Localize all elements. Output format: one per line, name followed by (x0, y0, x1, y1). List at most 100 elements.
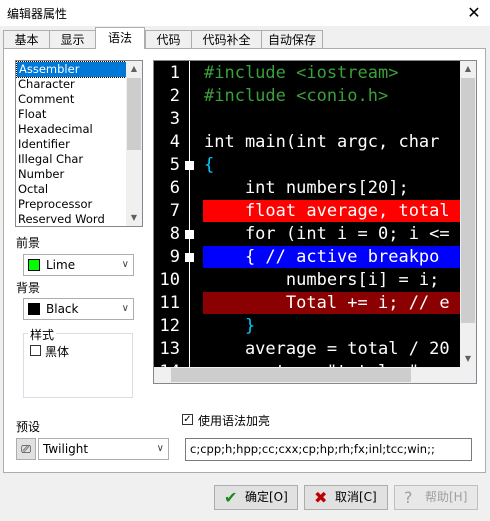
element-list-item[interactable]: Assembler (16, 61, 127, 78)
scroll-down-icon[interactable]: ▼ (126, 210, 142, 226)
line-number: 10 (159, 270, 180, 290)
element-list-item[interactable]: Float (16, 107, 142, 122)
line-text: numbers[i] = i; (204, 270, 440, 290)
line-number: 13 (159, 339, 180, 359)
preset-value: Twilight (43, 442, 89, 456)
chevron-down-icon: ∨ (121, 303, 129, 314)
cancel-button[interactable]: ✖ 取消[C] (304, 485, 388, 510)
tab-code[interactable]: 代码 (145, 30, 192, 48)
fold-marker-icon[interactable] (185, 253, 194, 262)
syntax-highlight-checkbox[interactable]: ✓ (182, 414, 193, 425)
chevron-down-icon: ∨ (156, 443, 164, 454)
code-line: 11 Total += i; // e (154, 292, 462, 315)
line-number: 9 (169, 247, 180, 267)
fold-marker-icon[interactable] (185, 161, 194, 170)
line-number: 3 (169, 109, 180, 129)
element-list-item[interactable]: Hexadecimal (16, 122, 142, 137)
fold-marker-icon[interactable] (185, 230, 194, 239)
title-bar (0, 0, 490, 26)
syntax-highlight-label: 使用语法加亮 (198, 414, 271, 428)
code-line: 10 numbers[i] = i; (154, 269, 462, 292)
bold-checkbox[interactable] (30, 345, 41, 356)
code-line: 8 for (int i = 0; i <= (154, 223, 462, 246)
preview-h-thumb[interactable] (171, 368, 411, 382)
scroll-up-icon[interactable]: ▲ (126, 61, 142, 77)
line-number: 7 (169, 201, 180, 221)
foreground-select[interactable]: Lime ∨ (23, 254, 134, 276)
element-list[interactable]: Assembler Character Comment Float Hexadecima… (15, 60, 143, 227)
bold-label: 黑体 (45, 345, 70, 359)
line-text: int main(int argc, char (204, 132, 440, 152)
code-line: 2 #include <conio.h> (154, 85, 462, 108)
element-list-item[interactable]: Number (16, 167, 142, 182)
window-title: 编辑器属性 (7, 7, 68, 21)
line-number: 12 (159, 316, 180, 336)
close-button[interactable]: ✕ (458, 0, 490, 26)
code-preview[interactable]: 1 #include <iostream> 2 #include <conio.h> 3… (153, 60, 477, 384)
ok-button[interactable]: ✔ 确定[O] (214, 485, 298, 510)
line-text: for (int i = 0; i <= (204, 224, 450, 244)
background-select[interactable]: Black ∨ (23, 298, 134, 320)
code-line: 3 (154, 108, 462, 131)
extensions-input[interactable]: c;cpp;h;hpp;cc;cxx;cp;hp;rh;fx;inl;tcc;w… (185, 438, 472, 461)
element-list-scrollbar[interactable]: ▲ ▼ (126, 61, 142, 226)
line-text: { (204, 155, 215, 175)
tab-autosave[interactable]: 自动保存 (261, 30, 323, 48)
element-list-item[interactable]: Octal (16, 182, 142, 197)
line-number: 4 (169, 132, 180, 152)
element-list-item[interactable]: Comment (16, 92, 142, 107)
foreground-swatch (28, 259, 40, 271)
ok-label: 确定[O] (245, 490, 288, 504)
foreground-label: 前景 (16, 236, 41, 250)
cross-icon: ✖ (314, 488, 328, 507)
scroll-thumb[interactable] (127, 78, 141, 150)
element-list-item[interactable]: Reserved Word (16, 212, 142, 226)
line-number: 1 (169, 63, 180, 83)
code-line: 9 { // active breakpo (154, 246, 462, 269)
help-button[interactable]: ? 帮助[H] (394, 485, 478, 510)
tab-strip: 基本 显示 语法 代码 代码补全 自动保存 (0, 27, 490, 49)
line-text: float average, total (204, 201, 450, 221)
background-label: 背景 (16, 281, 41, 295)
element-list-item[interactable]: Illegal Char (16, 152, 142, 167)
background-value: Black (46, 302, 79, 316)
line-text: Total += i; // e (204, 293, 450, 313)
line-number: 11 (159, 293, 180, 313)
cancel-label: 取消[C] (335, 490, 377, 504)
code-line: 5{ (154, 154, 462, 177)
code-line: 4 int main(int argc, char (154, 131, 462, 154)
line-text: #include <iostream> (204, 63, 399, 83)
element-list-item[interactable]: Character (16, 77, 142, 92)
preview-horizontal-scrollbar[interactable] (154, 367, 462, 383)
tab-display[interactable]: 显示 (49, 30, 96, 48)
code-area: 1 #include <iostream> 2 #include <conio.h> 3… (154, 61, 462, 367)
code-line: 7 float average, total (154, 200, 462, 223)
checkmark-icon: ✔ (224, 488, 238, 507)
scroll-corner (460, 367, 476, 383)
preset-apply-icon[interactable]: ⎚ (16, 438, 36, 460)
help-icon: ? (404, 488, 413, 507)
line-number: 6 (169, 178, 180, 198)
scroll-up-icon[interactable]: ▲ (460, 61, 476, 77)
tab-basic[interactable]: 基本 (3, 30, 50, 48)
line-text: int numbers[20]; (204, 178, 409, 198)
line-text: { // active breakpo (204, 247, 440, 267)
element-list-item[interactable]: Preprocessor (16, 197, 142, 212)
preview-vertical-scrollbar[interactable]: ▲ ▼ (460, 61, 476, 367)
tab-code-completion[interactable]: 代码补全 (191, 30, 262, 48)
line-text: } (204, 316, 256, 336)
line-number: 5 (169, 155, 180, 175)
code-line: 6 int numbers[20]; (154, 177, 462, 200)
preset-select[interactable]: Twilight ∨ (38, 438, 169, 460)
element-list-item[interactable]: Identifier (16, 137, 142, 152)
line-text: #include <conio.h> (204, 86, 389, 106)
tab-syntax[interactable]: 语法 (95, 27, 145, 49)
preset-label: 预设 (16, 420, 41, 434)
style-group-label: 样式 (28, 326, 57, 343)
foreground-value: Lime (46, 258, 76, 272)
line-text: average = total / 20 (204, 339, 450, 359)
scroll-down-icon[interactable]: ▼ (460, 351, 476, 367)
help-label: 帮助[H] (425, 490, 468, 504)
line-number: 2 (169, 86, 180, 106)
preview-v-thumb[interactable] (461, 78, 475, 323)
